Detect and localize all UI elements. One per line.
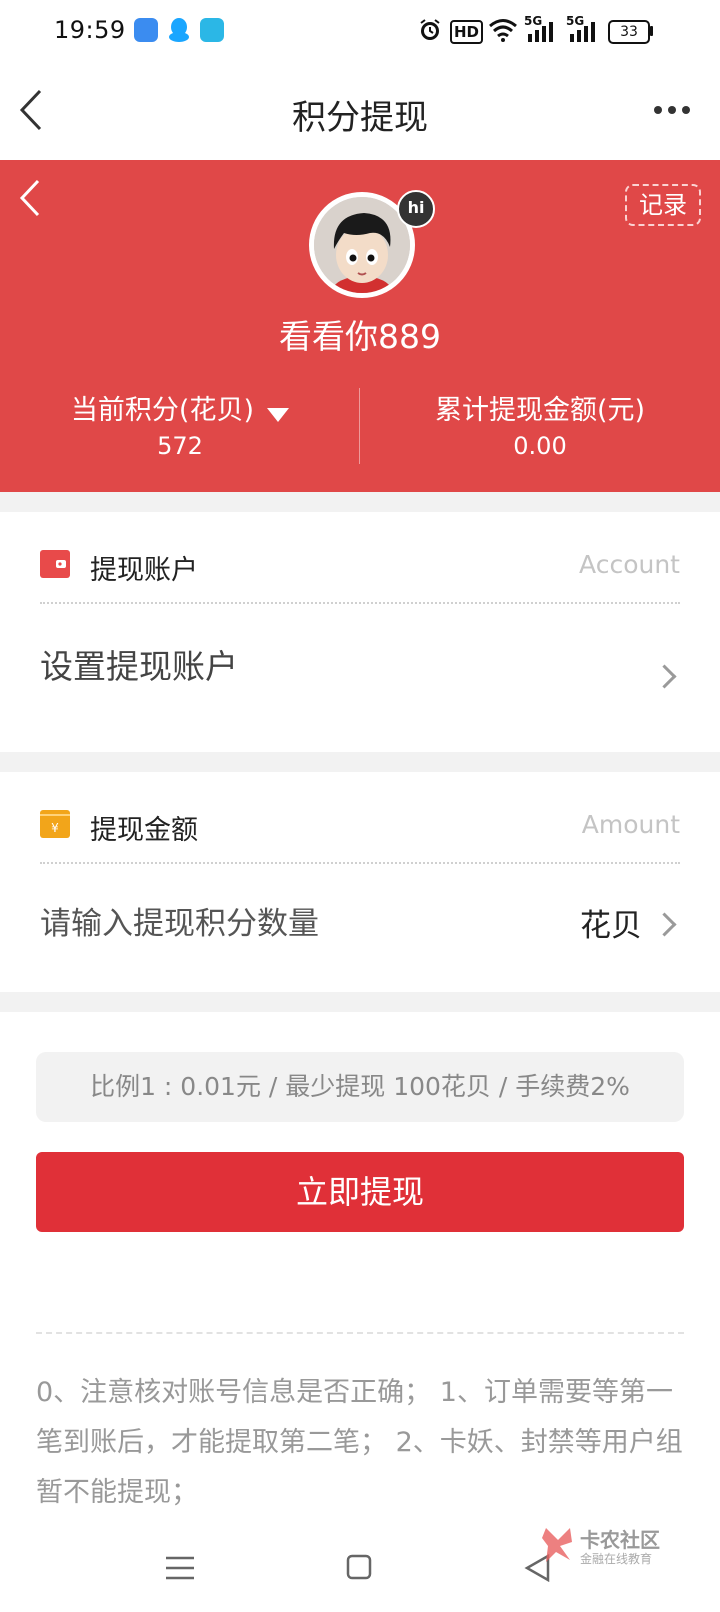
set-account-row[interactable]: 设置提现账户 bbox=[0, 604, 720, 752]
account-hint: Account bbox=[579, 550, 680, 579]
total-withdraw-label: 累计提现金额(元) bbox=[434, 395, 646, 426]
amount-label: 提现金额 bbox=[90, 815, 198, 846]
ratio-info: 比例1 : 0.01元 / 最少提现 100花贝 / 手续费2% bbox=[36, 1052, 684, 1122]
account-section: 提现账户 Account 设置提现账户 bbox=[0, 512, 720, 752]
unit-selector[interactable]: 花贝 bbox=[560, 864, 720, 992]
wallet-icon bbox=[40, 550, 70, 578]
amount-input[interactable]: 请输入提现积分数量 bbox=[0, 864, 520, 992]
account-label: 提现账户 bbox=[90, 555, 198, 586]
signal-icon-1 bbox=[528, 22, 553, 42]
username: 看看你889 bbox=[279, 317, 441, 356]
amount-section: ¥ 提现金额 Amount 请输入提现积分数量 花贝 bbox=[0, 772, 720, 992]
notice-divider bbox=[36, 1332, 684, 1334]
wifi-icon bbox=[489, 19, 517, 42]
watermark-logo: 卡农社区 金融在线教育 bbox=[540, 1524, 720, 1568]
more-icon[interactable] bbox=[652, 104, 692, 116]
points-value: 572 bbox=[157, 432, 203, 460]
avatar-illustration bbox=[314, 197, 410, 293]
page-title: 积分提现 bbox=[292, 98, 428, 138]
money-box-icon: ¥ bbox=[40, 810, 70, 838]
section-gap bbox=[0, 752, 720, 772]
battery-tip bbox=[650, 26, 653, 36]
alarm-icon bbox=[420, 19, 440, 40]
dropdown-triangle-icon bbox=[267, 407, 290, 422]
browser-app-icon bbox=[134, 18, 158, 42]
hd-badge: HD bbox=[450, 20, 484, 44]
amount-placeholder: 请输入提现积分数量 bbox=[40, 906, 319, 942]
withdraw-button[interactable]: 立即提现 bbox=[36, 1152, 684, 1232]
section-gap bbox=[0, 992, 720, 1012]
status-bar: 19:59 HD 5G 5G 33 bbox=[0, 0, 720, 64]
watermark-sub: 金融在线教育 bbox=[580, 1552, 653, 1566]
home-nav-icon[interactable] bbox=[346, 1554, 372, 1580]
chevron-right-icon bbox=[652, 664, 677, 689]
avatar[interactable] bbox=[314, 197, 410, 293]
notice-text: 0、注意核对账号信息是否正确； 1、订单需要等第一笔到账后，才能提取第二笔； 2… bbox=[36, 1377, 683, 1508]
battery-level: 33 bbox=[620, 24, 638, 40]
set-account-text: 设置提现账户 bbox=[40, 647, 238, 686]
points-label-row[interactable]: 当前积分(花贝) bbox=[0, 388, 360, 427]
qq-app-icon bbox=[169, 18, 189, 42]
watermark-name: 卡农社区 bbox=[580, 1528, 660, 1552]
status-time: 19:59 bbox=[54, 16, 126, 44]
points-label: 当前积分(花贝) bbox=[70, 395, 254, 426]
hi-badge: hi bbox=[397, 190, 435, 228]
title-bar: 积分提现 bbox=[0, 64, 720, 160]
watermark-icon bbox=[542, 1528, 572, 1562]
record-button[interactable]: 记录 bbox=[625, 184, 701, 226]
inner-back-icon[interactable] bbox=[18, 178, 42, 218]
amount-hint: Amount bbox=[581, 810, 680, 839]
svg-text:¥: ¥ bbox=[51, 821, 59, 835]
chevron-right-icon bbox=[652, 912, 677, 937]
battery-icon: 33 bbox=[608, 20, 650, 44]
signal-icon-2 bbox=[570, 22, 595, 42]
chat-app-icon bbox=[200, 18, 224, 42]
menu-nav-icon[interactable] bbox=[166, 1556, 194, 1580]
total-withdraw-value: 0.00 bbox=[513, 432, 567, 460]
profile-header: 记录 hi 看看你889 当前积分(花贝) 572 累计提现金额(元) 0.00 bbox=[0, 160, 720, 492]
unit-label: 花贝 bbox=[580, 908, 642, 944]
section-gap bbox=[0, 492, 720, 512]
